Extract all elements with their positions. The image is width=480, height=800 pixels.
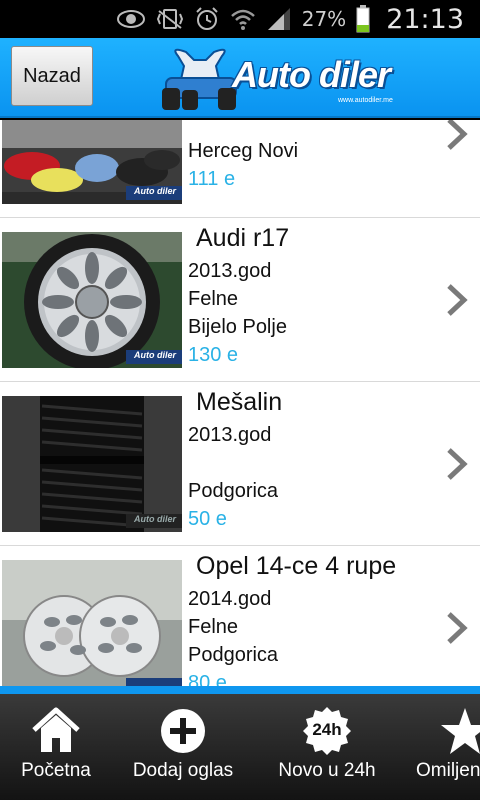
listing-list[interactable]: Auto diler Herceg Novi 111 e Auto diler … <box>0 120 480 686</box>
photo-watermark: Auto diler <box>134 514 176 524</box>
listing-location: Herceg Novi <box>188 140 299 162</box>
listing-photo <box>2 560 182 686</box>
wifi-icon <box>230 9 255 30</box>
bottom-nav: Početna Dodaj oglas 24h Novo u 24h Omilj… <box>0 694 480 800</box>
chevron-right-icon[interactable] <box>444 610 470 646</box>
listing-price: 130 e <box>188 344 239 366</box>
listing-location: Bijelo Polje <box>188 316 287 338</box>
alarm-icon <box>196 7 218 30</box>
chevron-right-icon[interactable] <box>444 120 470 152</box>
nav-new-24h[interactable]: 24h Novo u 24h <box>262 694 392 800</box>
plus-circle-icon <box>161 709 205 753</box>
chevron-right-icon[interactable] <box>444 282 470 318</box>
star-icon <box>441 708 480 754</box>
listing-year: 2014.god <box>188 588 272 610</box>
badge-24h-text: 24h <box>312 720 342 739</box>
logo-text: Auto diler <box>232 54 391 95</box>
bull-car-logo-icon <box>162 48 237 110</box>
listing-photo: Auto diler <box>2 396 182 532</box>
listing-price: 111 e <box>188 168 236 190</box>
clock: 21:13 <box>386 3 464 35</box>
listing-year: 2013.god <box>188 260 272 282</box>
battery-percent: 27% <box>301 7 347 31</box>
app-header: Nazad Auto diler www.autodiler.me <box>0 38 480 118</box>
nav-favorites[interactable]: Omiljeni <box>410 694 480 800</box>
listing-location: Podgorica <box>188 480 279 502</box>
photo-watermark: Auto diler <box>134 186 176 196</box>
app-logo: Auto diler www.autodiler.me <box>160 44 415 112</box>
listing-year: 2013.god <box>188 424 272 446</box>
signal-icon <box>267 8 290 30</box>
list-item[interactable]: Auto diler Audi r17 2013.god Felne Bijel… <box>0 218 480 382</box>
list-item[interactable]: Auto diler Mešalin 2013.god Podgorica 50… <box>0 382 480 546</box>
back-button[interactable]: Nazad <box>11 46 93 106</box>
nav-home-label: Početna <box>21 760 91 781</box>
listing-title: Mešalin <box>196 388 283 416</box>
listing-title: Audi r17 <box>196 224 290 252</box>
nav-new-24h-label: Novo u 24h <box>278 760 376 781</box>
listing-category: Felne <box>188 616 239 638</box>
list-footer-strip <box>0 686 480 694</box>
list-item[interactable]: Opel 14-ce 4 rupe 2014.god Felne Podgori… <box>0 546 480 686</box>
listing-photo: Auto diler <box>2 120 182 204</box>
nav-add-listing[interactable]: Dodaj oglas <box>122 694 244 800</box>
logo-url: www.autodiler.me <box>338 97 393 104</box>
listing-category: Felne <box>188 288 239 310</box>
vibrate-icon <box>156 9 183 29</box>
listing-title: Opel 14-ce 4 rupe <box>196 552 397 580</box>
home-icon <box>32 707 80 752</box>
chevron-right-icon[interactable] <box>444 446 470 482</box>
status-bar: 27% 21:13 <box>0 0 480 38</box>
battery-icon <box>356 5 370 33</box>
nav-home[interactable]: Početna <box>0 694 112 800</box>
nav-add-listing-label: Dodaj oglas <box>132 760 234 781</box>
listing-location: Podgorica <box>188 644 279 666</box>
nav-favorites-label: Omiljeni <box>416 760 480 781</box>
listing-photo: Auto diler <box>2 232 182 368</box>
eye-icon <box>116 10 145 28</box>
list-item[interactable]: Auto diler Herceg Novi 111 e <box>0 120 480 218</box>
listing-price: 50 e <box>188 508 227 530</box>
photo-watermark: Auto diler <box>134 350 176 360</box>
listing-price: 80 e <box>188 672 227 686</box>
